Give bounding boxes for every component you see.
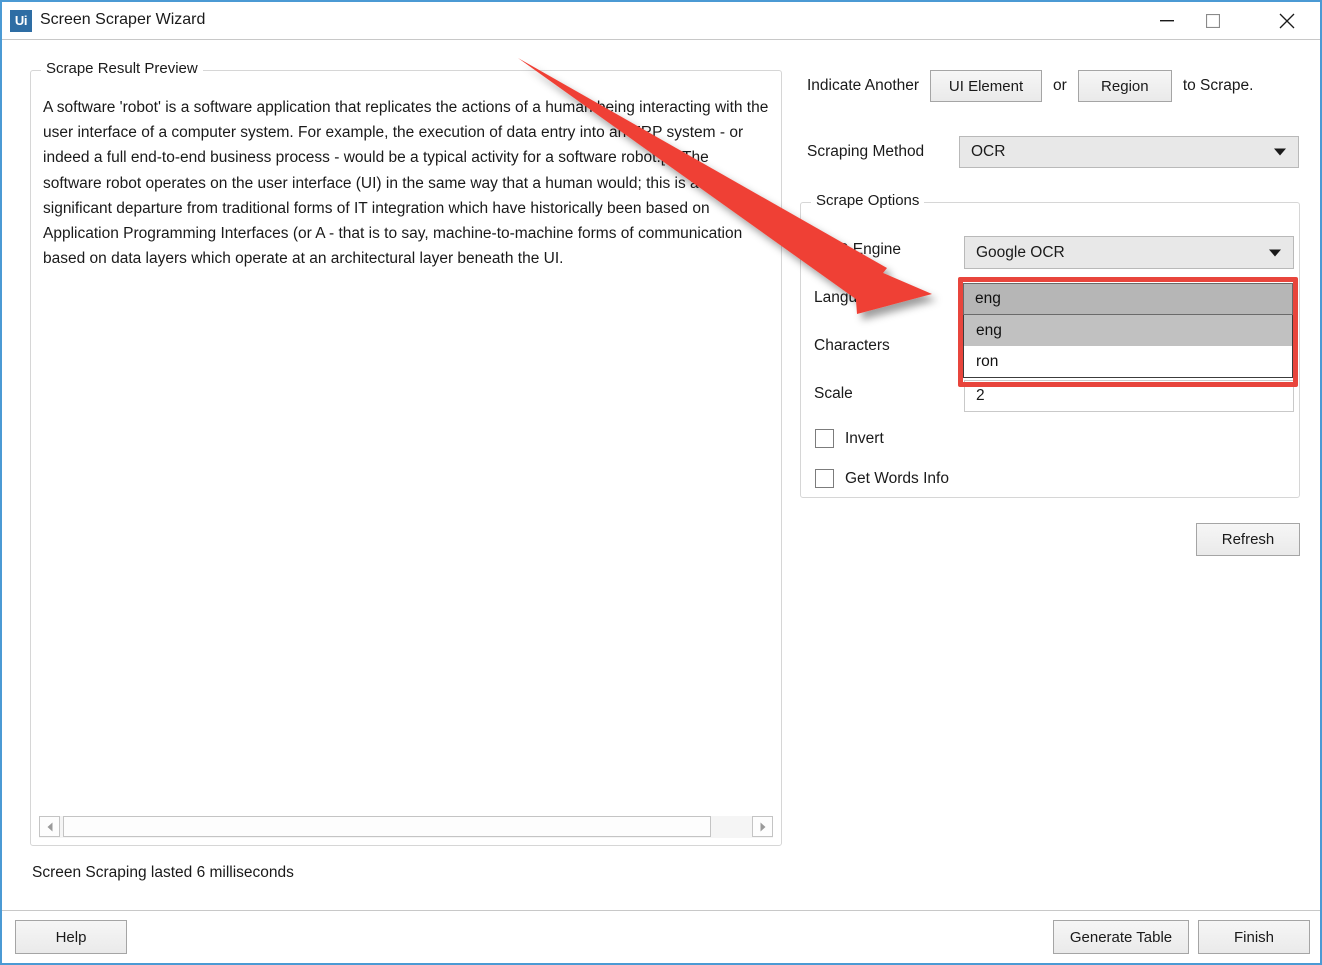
ocr-engine-value: Google OCR (976, 243, 1065, 261)
indicate-another-label: Indicate Another (807, 77, 920, 94)
indicate-another-row: Indicate Another UI Element or Region to… (807, 70, 1253, 102)
scroll-left-icon (47, 822, 52, 831)
languages-dropdown-list: eng ron (963, 315, 1293, 378)
get-words-info-label: Get Words Info (845, 469, 949, 487)
region-button[interactable]: Region (1077, 70, 1172, 102)
minimize-icon (1160, 19, 1174, 21)
languages-option-eng[interactable]: eng (964, 315, 1292, 346)
ocr-engine-combobox[interactable]: Google OCR (964, 236, 1294, 269)
maximize-button[interactable] (1190, 2, 1236, 39)
scrape-options-title: Scrape Options (811, 192, 925, 209)
scrape-result-preview-text: A software 'robot' is a software applica… (43, 99, 769, 268)
title-bar: Ui Screen Scraper Wizard (2, 2, 1320, 40)
ui-element-button[interactable]: UI Element (930, 70, 1043, 102)
close-button[interactable] (1264, 2, 1310, 39)
invert-label: Invert (845, 429, 884, 447)
chevron-down-icon (1274, 148, 1286, 156)
scraping-method-value: OCR (971, 143, 1006, 160)
scrollbar-thumb[interactable] (63, 816, 711, 837)
preview-horizontal-scrollbar[interactable] (39, 816, 773, 838)
scrape-result-preview-group: Scrape Result Preview A software 'robot'… (30, 60, 782, 846)
scale-input[interactable]: 2 (964, 380, 1294, 412)
languages-combobox-widget: eng eng ron (963, 283, 1293, 378)
help-button[interactable]: Help (15, 920, 127, 954)
finish-button[interactable]: Finish (1198, 920, 1310, 954)
status-message: Screen Scraping lasted 6 milliseconds (32, 864, 294, 881)
to-scrape-label: to Scrape. (1182, 77, 1254, 94)
or-label: or (1053, 77, 1067, 94)
window-title: Screen Scraper Wizard (40, 11, 206, 28)
scroll-left-button[interactable] (39, 816, 60, 837)
scraping-method-row: Scraping Method OCR (807, 136, 1299, 168)
characters-label: Characters (814, 337, 890, 354)
generate-table-button[interactable]: Generate Table (1053, 920, 1189, 954)
languages-combobox[interactable]: eng (963, 283, 1293, 315)
scroll-right-icon (760, 822, 765, 831)
invert-checkbox-row[interactable]: Invert (815, 429, 884, 448)
scrape-result-preview-title: Scrape Result Preview (41, 60, 203, 77)
maximize-icon (1206, 13, 1220, 28)
scraping-method-combobox[interactable]: OCR (959, 136, 1299, 168)
scroll-right-button[interactable] (752, 816, 773, 837)
scale-label: Scale (814, 385, 853, 402)
footer-separator (2, 910, 1320, 911)
minimize-button[interactable] (1144, 2, 1190, 39)
ocr-engine-label: OCR Engine (814, 241, 902, 258)
close-icon (1279, 13, 1295, 28)
get-words-info-checkbox-row[interactable]: Get Words Info (815, 469, 949, 488)
refresh-button[interactable]: Refresh (1196, 523, 1300, 556)
screen-scraper-wizard-window: Ui Screen Scraper Wizard Scrape Result P… (0, 0, 1322, 965)
languages-option-ron[interactable]: ron (964, 346, 1292, 377)
languages-value: eng (975, 290, 1001, 307)
invert-checkbox[interactable] (815, 429, 834, 448)
chevron-down-icon (1269, 249, 1281, 256)
scraping-method-label: Scraping Method (807, 143, 925, 160)
get-words-info-checkbox[interactable] (815, 469, 834, 488)
uipath-logo-icon: Ui (10, 10, 32, 32)
languages-label: Languages (814, 289, 891, 306)
